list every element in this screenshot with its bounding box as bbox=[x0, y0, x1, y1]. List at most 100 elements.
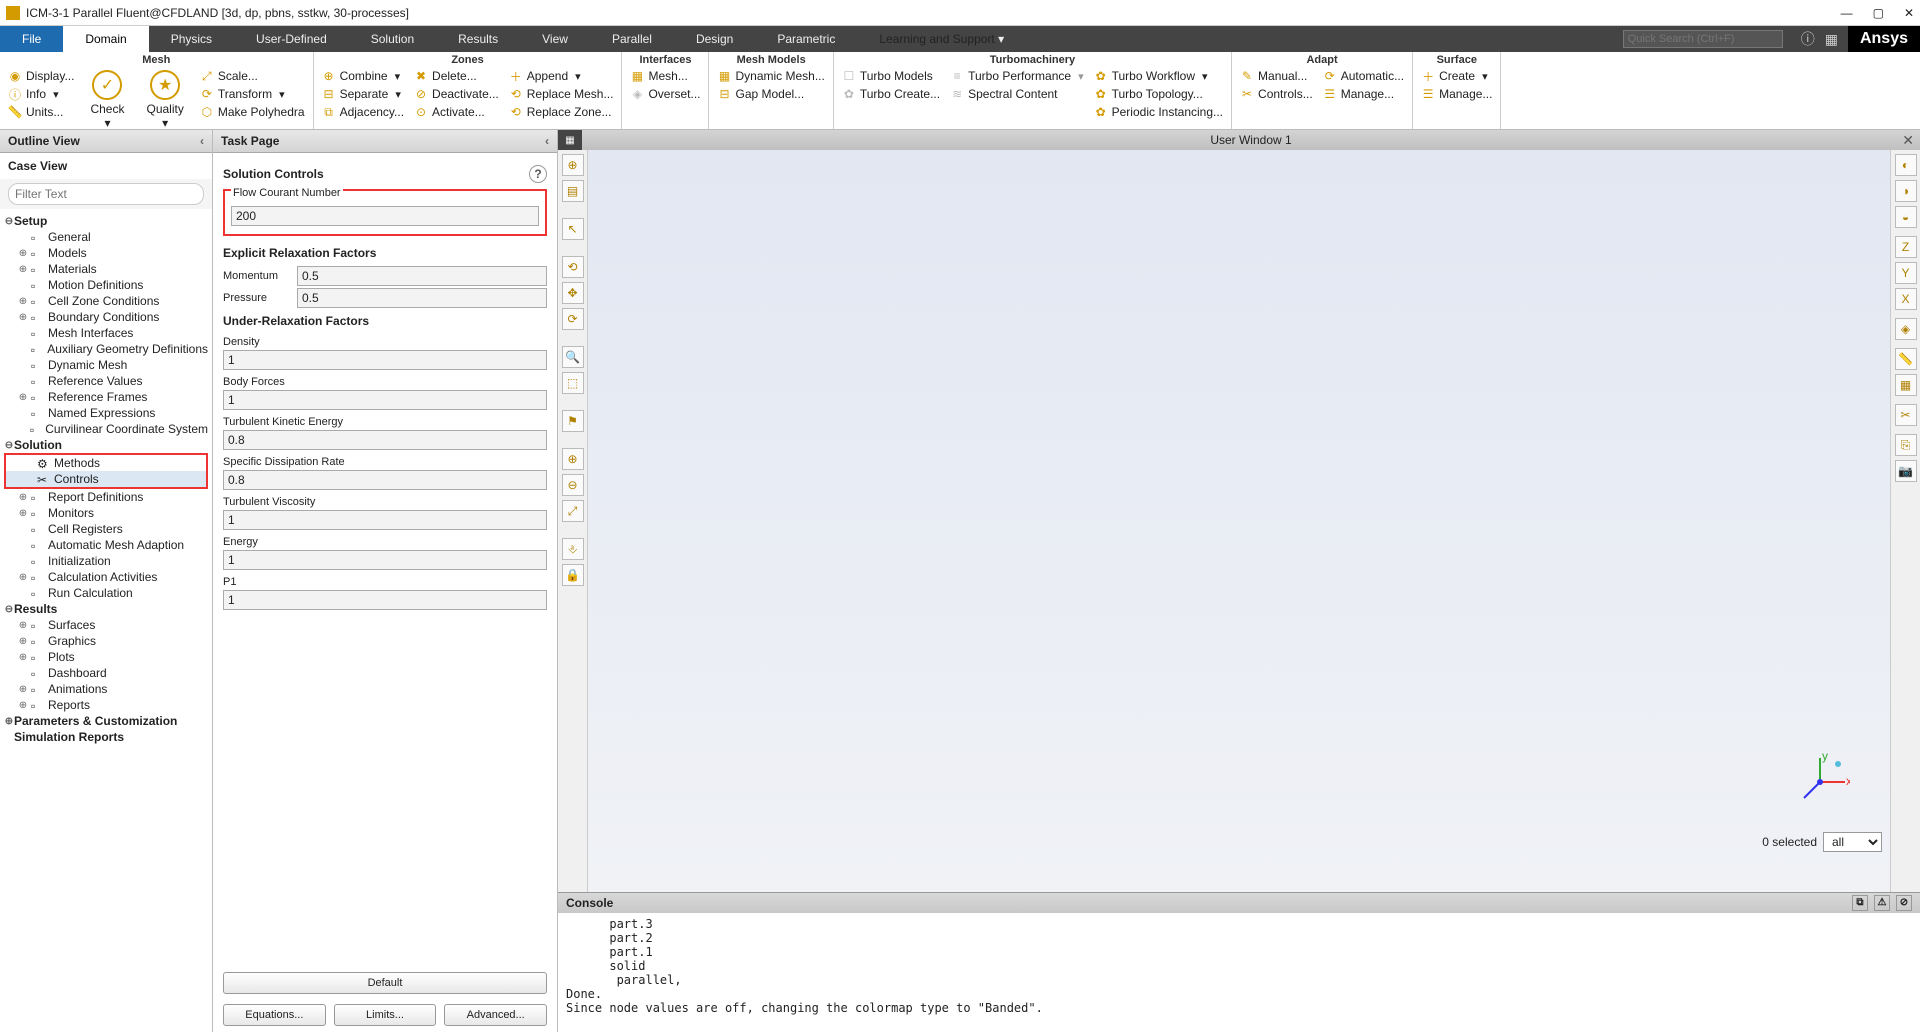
zoom-out-icon[interactable]: ⊖ bbox=[562, 474, 584, 496]
close-button[interactable]: ✕ bbox=[1904, 6, 1914, 20]
view-y-icon[interactable]: Y bbox=[1895, 262, 1917, 284]
tree-item-general[interactable]: ▫General bbox=[0, 229, 212, 245]
flow-courant-input[interactable] bbox=[231, 206, 539, 226]
adjacency-button[interactable]: ⧉Adjacency... bbox=[320, 104, 406, 120]
mesh-interfaces-button[interactable]: ▦Mesh... bbox=[628, 68, 702, 84]
pointer-icon[interactable]: ↖ bbox=[562, 218, 584, 240]
tree-item-auxiliary-geometry-definitions[interactable]: ▫Auxiliary Geometry Definitions bbox=[0, 341, 212, 357]
manage-surface-button[interactable]: ☰Manage... bbox=[1419, 86, 1494, 102]
tree-item-automatic-mesh-adaption[interactable]: ▫Automatic Mesh Adaption bbox=[0, 537, 212, 553]
console-clear-icon[interactable]: ⊘ bbox=[1896, 895, 1912, 911]
grid-icon[interactable]: ▦ bbox=[1895, 374, 1917, 396]
menu-parallel[interactable]: Parallel bbox=[590, 26, 674, 52]
render-1-icon[interactable]: ◐ bbox=[1895, 154, 1917, 176]
menu-physics[interactable]: Physics bbox=[149, 26, 234, 52]
combine-button[interactable]: ⊕Combine ▾ bbox=[320, 68, 406, 84]
append-button[interactable]: ＋Append ▾ bbox=[507, 68, 616, 84]
replace-zone-button[interactable]: ⟲Replace Zone... bbox=[507, 104, 616, 120]
dynamic-mesh-button[interactable]: ▦Dynamic Mesh... bbox=[715, 68, 826, 84]
layout-icon[interactable]: ▦ bbox=[1825, 31, 1838, 48]
quality-button[interactable]: ★Quality▾ bbox=[138, 68, 191, 132]
ruler-icon[interactable]: 📏 bbox=[1895, 348, 1917, 370]
turbo-workflow-button[interactable]: ✿Turbo Workflow ▾ bbox=[1092, 68, 1225, 84]
turbo-performance-button[interactable]: ≡Turbo Performance ▾ bbox=[948, 68, 1086, 84]
tree-item-initialization[interactable]: ▫Initialization bbox=[0, 553, 212, 569]
tree-item-reports[interactable]: ⊕▫Reports bbox=[0, 697, 212, 713]
menu-file[interactable]: File bbox=[0, 26, 63, 52]
copy-view-icon[interactable]: ⎘ bbox=[1895, 434, 1917, 456]
rotate-icon[interactable]: ⟲ bbox=[562, 256, 584, 278]
menu-view[interactable]: View bbox=[520, 26, 590, 52]
pressure-input[interactable] bbox=[297, 288, 547, 308]
urf-input-body-forces[interactable] bbox=[223, 390, 547, 410]
menu-results[interactable]: Results bbox=[436, 26, 520, 52]
tree-item-cell-registers[interactable]: ▫Cell Registers bbox=[0, 521, 212, 537]
tree-simreports[interactable]: Simulation Reports bbox=[0, 729, 212, 745]
selection-filter-select[interactable]: all bbox=[1823, 832, 1882, 852]
isometric-icon[interactable]: ◈ bbox=[1895, 318, 1917, 340]
tree-item-report-definitions[interactable]: ⊕▫Report Definitions bbox=[0, 489, 212, 505]
urf-input-density[interactable] bbox=[223, 350, 547, 370]
tree-item-dynamic-mesh[interactable]: ▫Dynamic Mesh bbox=[0, 357, 212, 373]
urf-input-turbulent-viscosity[interactable] bbox=[223, 510, 547, 530]
replace-mesh-button[interactable]: ⟲Replace Mesh... bbox=[507, 86, 616, 102]
tree-item-materials[interactable]: ⊕▫Materials bbox=[0, 261, 212, 277]
tree-parameters[interactable]: ⊕Parameters & Customization bbox=[0, 713, 212, 729]
render-2-icon[interactable]: ◑ bbox=[1895, 180, 1917, 202]
tree-item-reference-values[interactable]: ▫Reference Values bbox=[0, 373, 212, 389]
deactivate-button[interactable]: ⊘Deactivate... bbox=[412, 86, 501, 102]
tree-item-monitors[interactable]: ⊕▫Monitors bbox=[0, 505, 212, 521]
tree-item-calculation-activities[interactable]: ⊕▫Calculation Activities bbox=[0, 569, 212, 585]
tree-item-boundary-conditions[interactable]: ⊕▫Boundary Conditions bbox=[0, 309, 212, 325]
default-button[interactable]: Default bbox=[223, 972, 547, 994]
polyhedra-button[interactable]: ⬡Make Polyhedra bbox=[198, 104, 307, 120]
outline-tree[interactable]: ⊖Setup ▫General⊕▫Models⊕▫Materials▫Motio… bbox=[0, 209, 212, 1032]
scale-button[interactable]: ⤢Scale... bbox=[198, 68, 307, 84]
automatic-adapt-button[interactable]: ⟳Automatic... bbox=[1321, 68, 1406, 84]
turbo-create-button[interactable]: ✿Turbo Create... bbox=[840, 86, 942, 102]
menu-design[interactable]: Design bbox=[674, 26, 755, 52]
console-pop-icon[interactable]: ⧉ bbox=[1852, 895, 1868, 911]
tree-item-plots[interactable]: ⊕▫Plots bbox=[0, 649, 212, 665]
tree-item-controls[interactable]: ✂Controls bbox=[6, 471, 206, 487]
menu-user-defined[interactable]: User-Defined bbox=[234, 26, 349, 52]
tree-item-models[interactable]: ⊕▫Models bbox=[0, 245, 212, 261]
clip-icon[interactable]: ✂ bbox=[1895, 404, 1917, 426]
info-button[interactable]: ⓘInfo ▾ bbox=[6, 86, 76, 102]
minimize-button[interactable]: — bbox=[1841, 6, 1853, 20]
tree-item-dashboard[interactable]: ▫Dashboard bbox=[0, 665, 212, 681]
console-output[interactable]: part.3 part.2 part.1 solid parallel, Don… bbox=[558, 913, 1920, 1032]
tree-item-cell-zone-conditions[interactable]: ⊕▫Cell Zone Conditions bbox=[0, 293, 212, 309]
collapse-icon[interactable]: ‹ bbox=[200, 134, 204, 148]
render-3-icon[interactable]: ◒ bbox=[1895, 206, 1917, 228]
layers-icon[interactable]: ▤ bbox=[562, 180, 584, 202]
pan-icon[interactable]: ✥ bbox=[562, 282, 584, 304]
probe-icon[interactable]: ⎀ bbox=[562, 538, 584, 560]
tree-item-motion-definitions[interactable]: ▫Motion Definitions bbox=[0, 277, 212, 293]
advanced-button[interactable]: Advanced... bbox=[444, 1004, 547, 1026]
urf-input-energy[interactable] bbox=[223, 550, 547, 570]
separate-button[interactable]: ⊟Separate ▾ bbox=[320, 86, 406, 102]
taskpage-collapse-icon[interactable]: ‹ bbox=[545, 134, 549, 148]
manual-adapt-button[interactable]: ✎Manual... bbox=[1238, 68, 1315, 84]
turbo-topology-button[interactable]: ✿Turbo Topology... bbox=[1092, 86, 1225, 102]
units-button[interactable]: 📏Units... bbox=[6, 104, 76, 120]
equations-button[interactable]: Equations... bbox=[223, 1004, 326, 1026]
globe-icon[interactable]: ⊕ bbox=[562, 154, 584, 176]
limits-button[interactable]: Limits... bbox=[334, 1004, 437, 1026]
zoom-box-icon[interactable]: ⬚ bbox=[562, 372, 584, 394]
create-surface-button[interactable]: ＋Create ▾ bbox=[1419, 68, 1494, 84]
help-icon[interactable]: ⓘ bbox=[1801, 29, 1815, 49]
controls-adapt-button[interactable]: ✂Controls... bbox=[1238, 86, 1315, 102]
tree-item-methods[interactable]: ⚙Methods bbox=[6, 455, 206, 471]
turbo-models-button[interactable]: ☐Turbo Models bbox=[840, 68, 942, 84]
tree-item-named-expressions[interactable]: ▫Named Expressions bbox=[0, 405, 212, 421]
tree-item-graphics[interactable]: ⊕▫Graphics bbox=[0, 633, 212, 649]
view-x-icon[interactable]: X bbox=[1895, 288, 1917, 310]
menu-domain[interactable]: Domain bbox=[63, 26, 148, 52]
menu-solution[interactable]: Solution bbox=[349, 26, 436, 52]
tree-item-curvilinear-coordinate-system[interactable]: ▫Curvilinear Coordinate System bbox=[0, 421, 212, 437]
menu-parametric[interactable]: Parametric bbox=[755, 26, 857, 52]
tree-item-run-calculation[interactable]: ▫Run Calculation bbox=[0, 585, 212, 601]
urf-input-p1[interactable] bbox=[223, 590, 547, 610]
